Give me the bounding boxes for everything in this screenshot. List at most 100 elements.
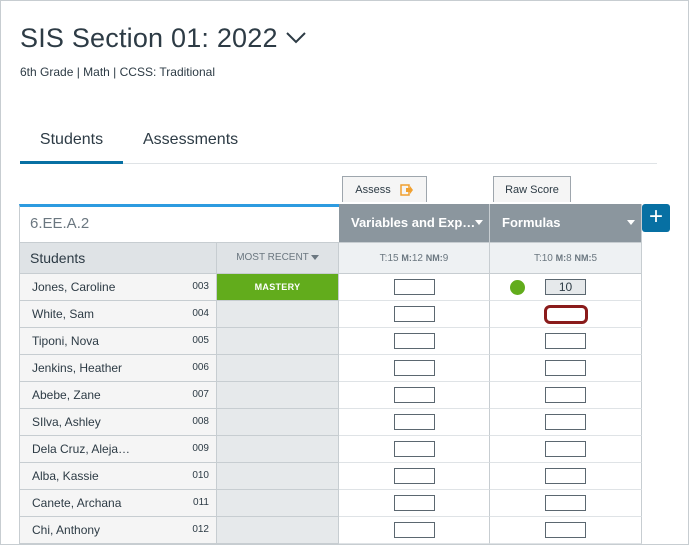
score-cell: [339, 355, 490, 382]
table-row: White, Sam 004: [19, 301, 642, 328]
score-input[interactable]: [545, 387, 586, 403]
score-cell: [339, 274, 490, 301]
score-input[interactable]: [545, 441, 586, 457]
most-recent-sort[interactable]: MOST RECENT: [217, 242, 339, 274]
student-name-label: Chi, Anthony: [32, 523, 101, 537]
score-cell: [490, 490, 642, 517]
status-dot-icon: [510, 280, 525, 295]
score-cell: [490, 436, 642, 463]
student-id: 007: [192, 389, 209, 400]
table-row: Canete, Archana 011: [19, 490, 642, 517]
score-input[interactable]: 10: [545, 279, 586, 295]
student-id: 009: [192, 443, 209, 454]
standard-selector[interactable]: 6.EE.A.2: [19, 204, 339, 242]
score-cell: [490, 517, 642, 544]
score-input[interactable]: [394, 522, 435, 538]
assessment-counts: T:10 M:8 NM:5: [490, 242, 642, 274]
assess-label: Assess: [355, 184, 391, 196]
assessment-title: Variables and Exp…: [351, 215, 476, 230]
student-name[interactable]: White, Sam 004: [19, 301, 217, 328]
student-id: 006: [192, 362, 209, 373]
score-input[interactable]: [544, 305, 588, 324]
student-name-label: Abebe, Zane: [32, 388, 101, 402]
score-cell: [490, 382, 642, 409]
app-frame: SIS Section 01: 2022 6th Grade | Math | …: [0, 0, 689, 545]
caret-down-icon: [475, 220, 483, 225]
tab-students[interactable]: Students: [20, 121, 123, 164]
student-name-label: Jones, Caroline: [32, 280, 116, 294]
score-cell: [339, 328, 490, 355]
student-name[interactable]: Jones, Caroline 003: [19, 274, 217, 301]
score-input[interactable]: [394, 414, 435, 430]
student-name-label: White, Sam: [32, 307, 95, 321]
score-cell: [490, 463, 642, 490]
most-recent-cell: [217, 409, 339, 436]
score-input[interactable]: [394, 387, 435, 403]
most-recent-cell: [217, 301, 339, 328]
assessment-counts: T:15 M:12 NM:9: [339, 242, 490, 274]
score-input[interactable]: [394, 333, 435, 349]
score-cell: 10: [490, 274, 642, 301]
table-row: Chi, Anthony 012: [19, 517, 642, 544]
score-input[interactable]: [545, 360, 586, 376]
table-row: Jones, Caroline 003 MASTERY 10: [19, 274, 642, 301]
assessment-header-variables[interactable]: Variables and Exp…: [339, 204, 490, 242]
student-name[interactable]: Chi, Anthony 012: [19, 517, 217, 544]
student-id: 011: [193, 497, 209, 508]
score-cell: [490, 328, 642, 355]
score-cell: [339, 382, 490, 409]
page-title: SIS Section 01: 2022: [20, 23, 278, 53]
tab-assessments[interactable]: Assessments: [143, 121, 239, 161]
student-name-label: Alba, Kassie: [32, 469, 99, 483]
student-name-label: Canete, Archana: [32, 496, 122, 510]
score-input[interactable]: [394, 441, 435, 457]
chevron-down-icon[interactable]: [285, 31, 307, 45]
student-name-label: Jenkins, Heather: [32, 361, 123, 375]
most-recent-cell: [217, 463, 339, 490]
student-id: 010: [192, 470, 209, 481]
table-row: Alba, Kassie 010: [19, 463, 642, 490]
student-name[interactable]: Abebe, Zane 007: [19, 382, 217, 409]
score-cell: [339, 517, 490, 544]
table-row: Dela Cruz, Aleja… 009: [19, 436, 642, 463]
score-input[interactable]: [394, 279, 435, 295]
score-cell: [339, 409, 490, 436]
student-name-label: Tiponi, Nova: [32, 334, 99, 348]
score-input[interactable]: [394, 468, 435, 484]
student-name[interactable]: Alba, Kassie 010: [19, 463, 217, 490]
student-name[interactable]: SIlva, Ashley 008: [19, 409, 217, 436]
assessment-header-formulas[interactable]: Formulas: [490, 204, 642, 242]
score-input[interactable]: [545, 414, 586, 430]
score-cell: [490, 355, 642, 382]
score-input[interactable]: [545, 522, 586, 538]
table-row: Tiponi, Nova 005: [19, 328, 642, 355]
students-column-header: Students: [19, 242, 217, 274]
tab-bar: Students Assessments: [20, 121, 657, 164]
add-assessment-button[interactable]: +: [642, 204, 670, 232]
student-id: 012: [192, 524, 209, 535]
student-id: 008: [192, 416, 209, 427]
score-input[interactable]: [394, 495, 435, 511]
student-id: 005: [192, 335, 209, 346]
score-input[interactable]: [545, 468, 586, 484]
student-name[interactable]: Tiponi, Nova 005: [19, 328, 217, 355]
assess-button[interactable]: Assess: [342, 176, 427, 202]
export-arrow-icon: [400, 184, 413, 196]
student-name[interactable]: Canete, Archana 011: [19, 490, 217, 517]
student-name[interactable]: Dela Cruz, Aleja… 009: [19, 436, 217, 463]
course-subtitle: 6th Grade | Math | CCSS: Traditional: [20, 65, 215, 79]
score-input[interactable]: [545, 333, 586, 349]
score-input[interactable]: [394, 360, 435, 376]
score-input[interactable]: [545, 495, 586, 511]
score-cell: [490, 301, 642, 328]
student-name-label: SIlva, Ashley: [32, 415, 101, 429]
most-recent-label: MOST RECENT: [236, 252, 309, 263]
score-input[interactable]: [394, 306, 435, 322]
score-cell: [339, 301, 490, 328]
raw-score-button[interactable]: Raw Score: [493, 176, 571, 202]
assessment-title: Formulas: [502, 215, 561, 230]
caret-down-icon: [627, 220, 635, 225]
most-recent-cell: [217, 328, 339, 355]
score-cell: [339, 463, 490, 490]
student-name[interactable]: Jenkins, Heather 006: [19, 355, 217, 382]
